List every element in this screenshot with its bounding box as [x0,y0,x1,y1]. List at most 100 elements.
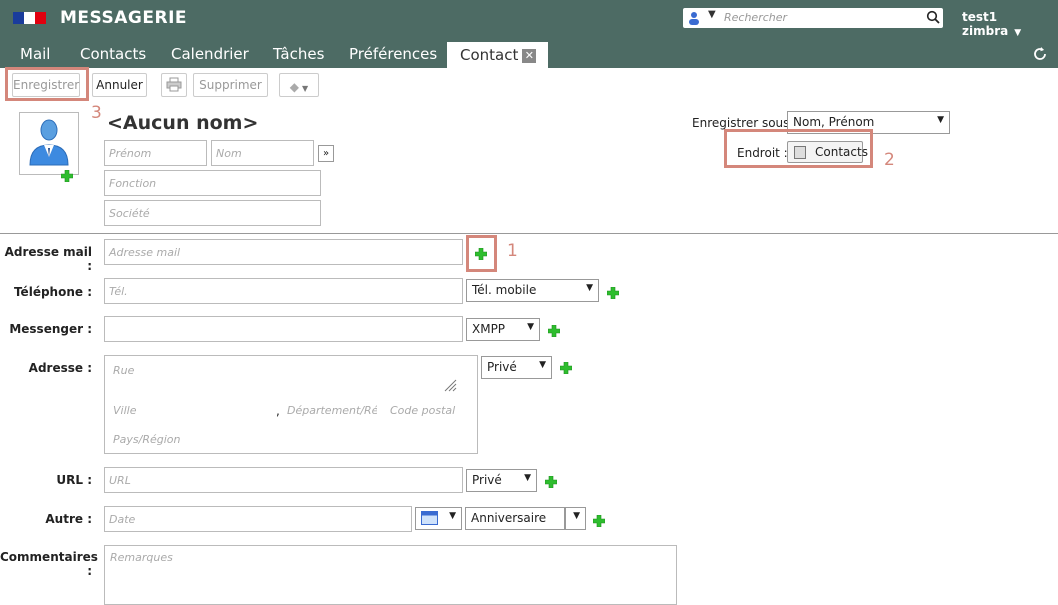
date-placeholder: Date [109,513,136,526]
print-button[interactable] [161,73,187,97]
messenger-label: Messenger : [9,322,92,336]
tag-button[interactable]: ◆ ▼ [279,73,319,97]
tag-icon: ◆ [289,80,300,94]
tab-preferences[interactable]: Préférences [349,45,437,63]
highlight-box-3 [5,67,89,101]
date-field[interactable]: Date [104,506,412,532]
postal-code-field[interactable]: Code postal [390,404,455,417]
tab-contact[interactable]: Contact ✕ [447,42,549,68]
save-as-label: Enregistrer sous : [692,116,798,130]
function-field[interactable]: Fonction [104,170,321,196]
chevron-down-icon: ▼ [449,511,456,521]
address-type-value: Privé [487,360,517,374]
chevron-down-icon: ▼ [586,283,593,293]
cancel-button[interactable]: Annuler [92,73,147,97]
logo-flag [13,12,46,24]
address-type-select[interactable]: Privé ▼ [481,356,552,379]
app-header: MESSAGERIE ▼ Rechercher test1 zimbra ▼ Ma… [0,0,1058,68]
last-name-placeholder: Nom [216,147,242,160]
messenger-type-select[interactable]: XMPP ▼ [466,318,540,341]
search-box[interactable]: ▼ Rechercher [683,8,943,28]
chevron-down-icon: ▼ [539,360,546,370]
chevron-down-icon: ▼ [1014,28,1022,38]
company-placeholder: Société [109,207,150,220]
add-other-icon[interactable] [592,514,606,530]
chevron-down-icon[interactable]: ▼ [708,9,716,20]
print-icon [166,77,182,92]
email-field[interactable]: Adresse mail [104,239,463,265]
chevron-down-icon: ▼ [573,511,580,521]
add-phone-icon[interactable] [606,286,620,302]
search-input[interactable]: Rechercher [724,11,787,24]
calendar-icon [421,511,438,525]
first-name-placeholder: Prénom [109,147,152,160]
comma-separator: , [276,404,280,418]
tab-tasks[interactable]: Tâches [273,45,324,63]
refresh-icon[interactable] [1031,45,1049,66]
search-icon[interactable] [926,10,940,27]
address-block: Rue Ville , Département/Rég Code postal … [104,355,478,454]
tab-mail[interactable]: Mail [20,45,50,63]
save-as-value: Nom, Prénom [793,115,875,129]
annotation-number-1: 1 [507,241,518,261]
chevron-down-icon: ▼ [302,84,309,93]
chevron-down-icon: ▼ [937,115,944,125]
url-label: URL : [56,473,92,487]
phone-label: Téléphone : [13,285,92,299]
contact-title: <Aucun nom> [107,112,259,134]
phone-field[interactable]: Tél. [104,278,463,304]
first-name-field[interactable]: Prénom [104,140,207,166]
comments-placeholder: Remarques [110,551,173,564]
tab-contacts[interactable]: Contacts [80,45,146,63]
date-picker-button[interactable]: ▼ [415,507,462,530]
email-label: Adresse mail : [4,245,92,273]
chevron-down-icon: ▼ [524,473,531,483]
add-url-icon[interactable] [544,475,558,491]
location-label: Endroit : [737,146,788,160]
street-field[interactable]: Rue [113,364,134,377]
add-email-icon[interactable] [474,247,488,263]
comments-field[interactable]: Remarques [104,545,677,605]
user-menu[interactable]: test1 zimbra ▼ [962,10,1058,38]
url-type-select[interactable]: Privé ▼ [466,469,537,492]
avatar[interactable] [19,112,79,175]
other-type-select[interactable]: Anniversaire [465,507,565,530]
delete-button[interactable]: Supprimer [193,73,268,97]
tab-calendar[interactable]: Calendrier [171,45,249,63]
person-avatar-icon [29,119,69,166]
region-field[interactable]: Département/Rég [287,404,377,417]
divider [0,233,1058,234]
annotation-number-3: 3 [91,103,102,123]
url-field[interactable]: URL [104,467,463,493]
other-type-dropdown[interactable]: ▼ [565,507,586,530]
email-placeholder: Adresse mail [109,246,181,259]
address-label: Adresse : [28,361,92,375]
phone-type-select[interactable]: Tél. mobile ▼ [466,279,599,302]
country-field[interactable]: Pays/Région [113,433,180,446]
other-type-value: Anniversaire [471,511,547,525]
person-icon[interactable] [688,11,700,28]
messenger-type-value: XMPP [472,322,506,336]
city-field[interactable]: Ville [113,404,136,417]
resize-grip-icon[interactable] [443,378,457,395]
add-photo-icon[interactable] [60,169,74,185]
add-address-icon[interactable] [559,361,573,377]
function-placeholder: Fonction [109,177,157,190]
phone-type-value: Tél. mobile [472,283,537,297]
location-button[interactable]: Contacts [787,141,868,163]
user-name: test1 zimbra [962,10,1009,38]
other-label: Autre : [45,512,92,526]
phone-placeholder: Tél. [109,285,128,298]
location-value: Contacts [815,145,868,159]
last-name-field[interactable]: Nom [211,140,314,166]
close-icon[interactable]: ✕ [522,49,537,63]
expand-name-button[interactable]: » [318,145,334,162]
address-book-icon [794,146,806,159]
tab-contact-label: Contact [460,46,519,64]
messenger-field[interactable] [104,316,463,342]
company-field[interactable]: Société [104,200,321,226]
add-messenger-icon[interactable] [547,324,561,340]
app-title: MESSAGERIE [60,8,188,28]
url-type-value: Privé [472,473,502,487]
comments-label: Commentaires : [0,550,98,578]
